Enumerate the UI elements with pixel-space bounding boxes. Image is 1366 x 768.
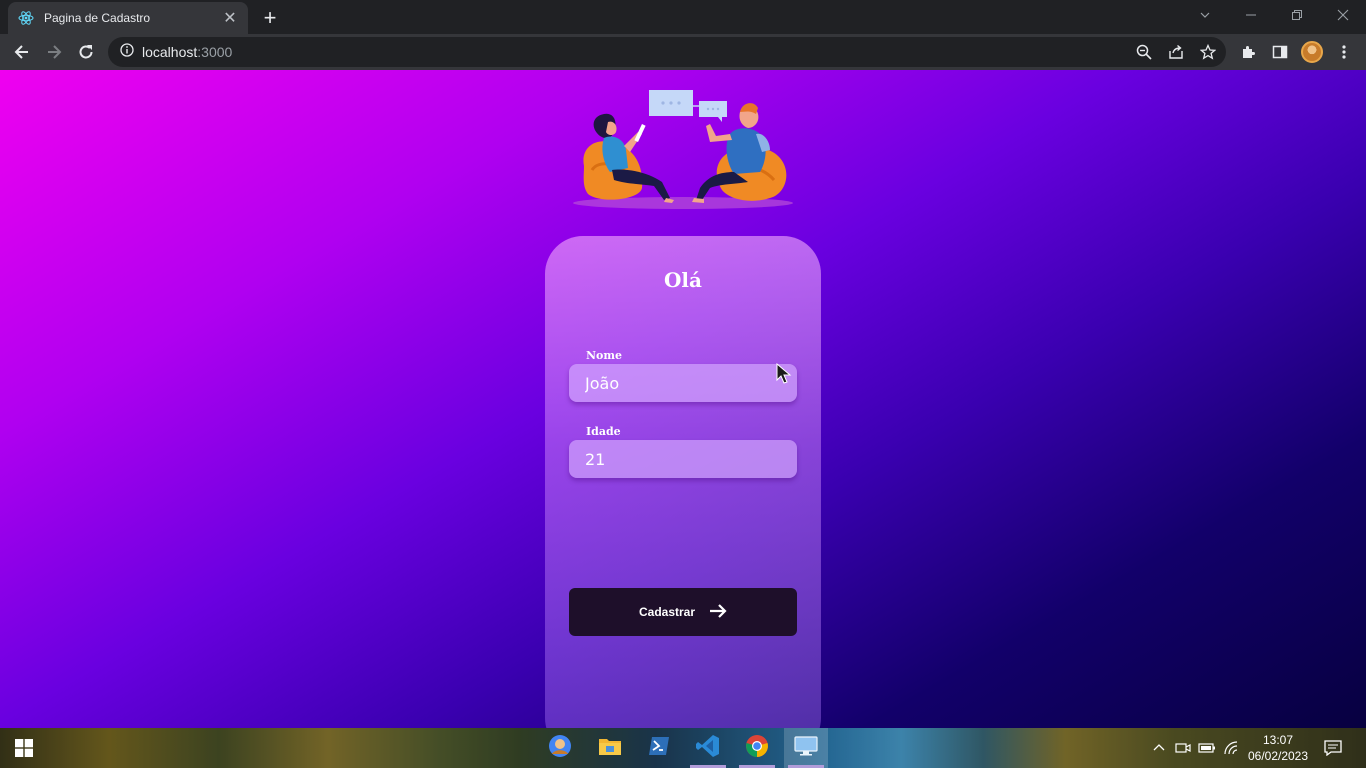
windows-taskbar: 13:07 06/02/2023 [0,728,1366,768]
remote-desktop-app[interactable] [784,728,828,768]
chrome-app[interactable] [735,728,779,768]
mouse-cursor-icon [776,362,792,390]
arrow-right-icon [709,603,727,622]
forward-icon[interactable] [40,38,68,66]
remote-desktop-icon [794,735,818,761]
age-input[interactable] [569,440,797,478]
tab-strip: Pagina de Cadastro ✕ + [0,0,1366,34]
clock-date: 06/02/2023 [1247,749,1309,763]
powershell-icon [648,735,670,762]
vscode-icon [696,734,720,763]
file-explorer-app[interactable] [588,728,632,768]
notifications-icon[interactable] [1323,738,1343,758]
url-port: :3000 [197,44,233,60]
browser-toolbar: localhost:3000 [0,34,1366,70]
system-clock[interactable]: 13:07 06/02/2023 [1242,732,1314,764]
restore-icon[interactable] [1274,0,1320,30]
wifi-icon[interactable] [1221,738,1241,758]
back-icon[interactable] [8,38,36,66]
powershell-app[interactable] [637,728,681,768]
extensions-icon[interactable] [1236,40,1260,64]
name-label: Nome [586,349,623,362]
profile-avatar-icon[interactable] [1300,40,1324,64]
start-button[interactable] [2,728,46,768]
age-label: Idade [586,425,621,438]
registration-card: Olá Nome Idade Cadastrar [545,236,821,728]
minimize-icon[interactable] [1228,0,1274,30]
site-info-icon[interactable] [120,42,134,62]
file-explorer-icon [598,735,622,762]
bookmark-star-icon[interactable] [1196,40,1220,64]
chrome-icon [745,734,769,763]
submit-button[interactable]: Cadastrar [569,588,797,636]
url-host: localhost [142,44,198,60]
name-input[interactable] [569,364,797,402]
vscode-app[interactable] [686,728,730,768]
menu-kebab-icon[interactable] [1332,40,1356,64]
share-icon[interactable] [1164,40,1188,64]
page-viewport: Olá Nome Idade Cadastrar [0,70,1366,728]
chrome-profile-app[interactable] [538,728,582,768]
battery-icon[interactable] [1197,738,1217,758]
windows-logo-icon [15,739,33,757]
conversation-illustration [573,90,793,209]
tray-chevron-up-icon[interactable] [1149,738,1169,758]
browser-tab[interactable]: Pagina de Cadastro ✕ [8,2,248,34]
zoom-icon[interactable] [1132,40,1156,64]
chrome-profile-icon [548,734,572,763]
submit-button-label: Cadastrar [638,605,696,619]
tab-title: Pagina de Cadastro [44,11,151,25]
new-tab-button[interactable]: + [258,5,282,30]
close-icon[interactable] [1320,0,1366,30]
address-bar[interactable]: localhost:3000 [108,37,1226,67]
reload-icon[interactable] [72,38,100,66]
tab-close-icon[interactable]: ✕ [222,10,238,27]
clock-time: 13:07 [1262,733,1294,747]
card-title: Olá [664,268,702,292]
camera-icon[interactable] [1173,738,1193,758]
side-panel-icon[interactable] [1268,40,1292,64]
tab-search-icon[interactable] [1182,0,1228,30]
react-favicon-icon [18,10,34,26]
